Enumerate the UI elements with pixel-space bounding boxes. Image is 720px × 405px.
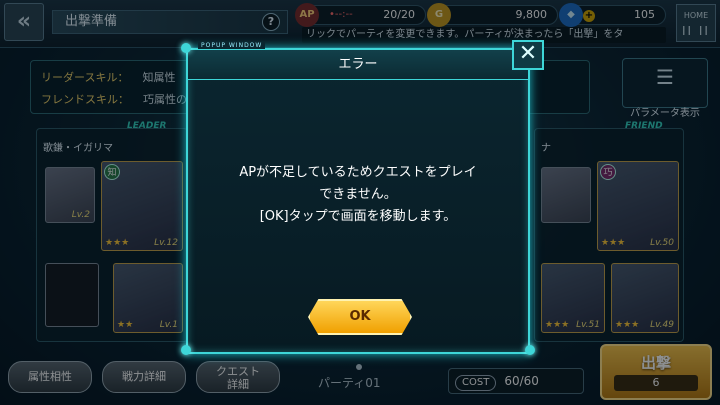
dialog-message: APが不足しているためクエストをプレイ できません。 [OK]タップで画面を移動… bbox=[198, 162, 518, 228]
ok-button[interactable]: OK bbox=[308, 299, 412, 335]
popup-window-tag: POPUP WINDOW bbox=[198, 42, 266, 49]
dialog-corner bbox=[181, 345, 191, 355]
close-icon: ✕ bbox=[518, 41, 538, 66]
dialog-message-line-3: [OK]タップで画面を移動します。 bbox=[259, 209, 457, 224]
dialog-message-line-1: APが不足しているためクエストをプレイ bbox=[239, 165, 477, 180]
dialog-message-line-2: できません。 bbox=[319, 187, 397, 202]
dialog-corner bbox=[181, 43, 191, 53]
dialog-corner bbox=[525, 345, 535, 355]
dialog-title: エラー bbox=[188, 50, 528, 80]
error-dialog: POPUP WINDOW エラー APが不足しているためクエストをプレイ できま… bbox=[186, 42, 530, 354]
close-button[interactable]: ✕ bbox=[512, 40, 544, 70]
